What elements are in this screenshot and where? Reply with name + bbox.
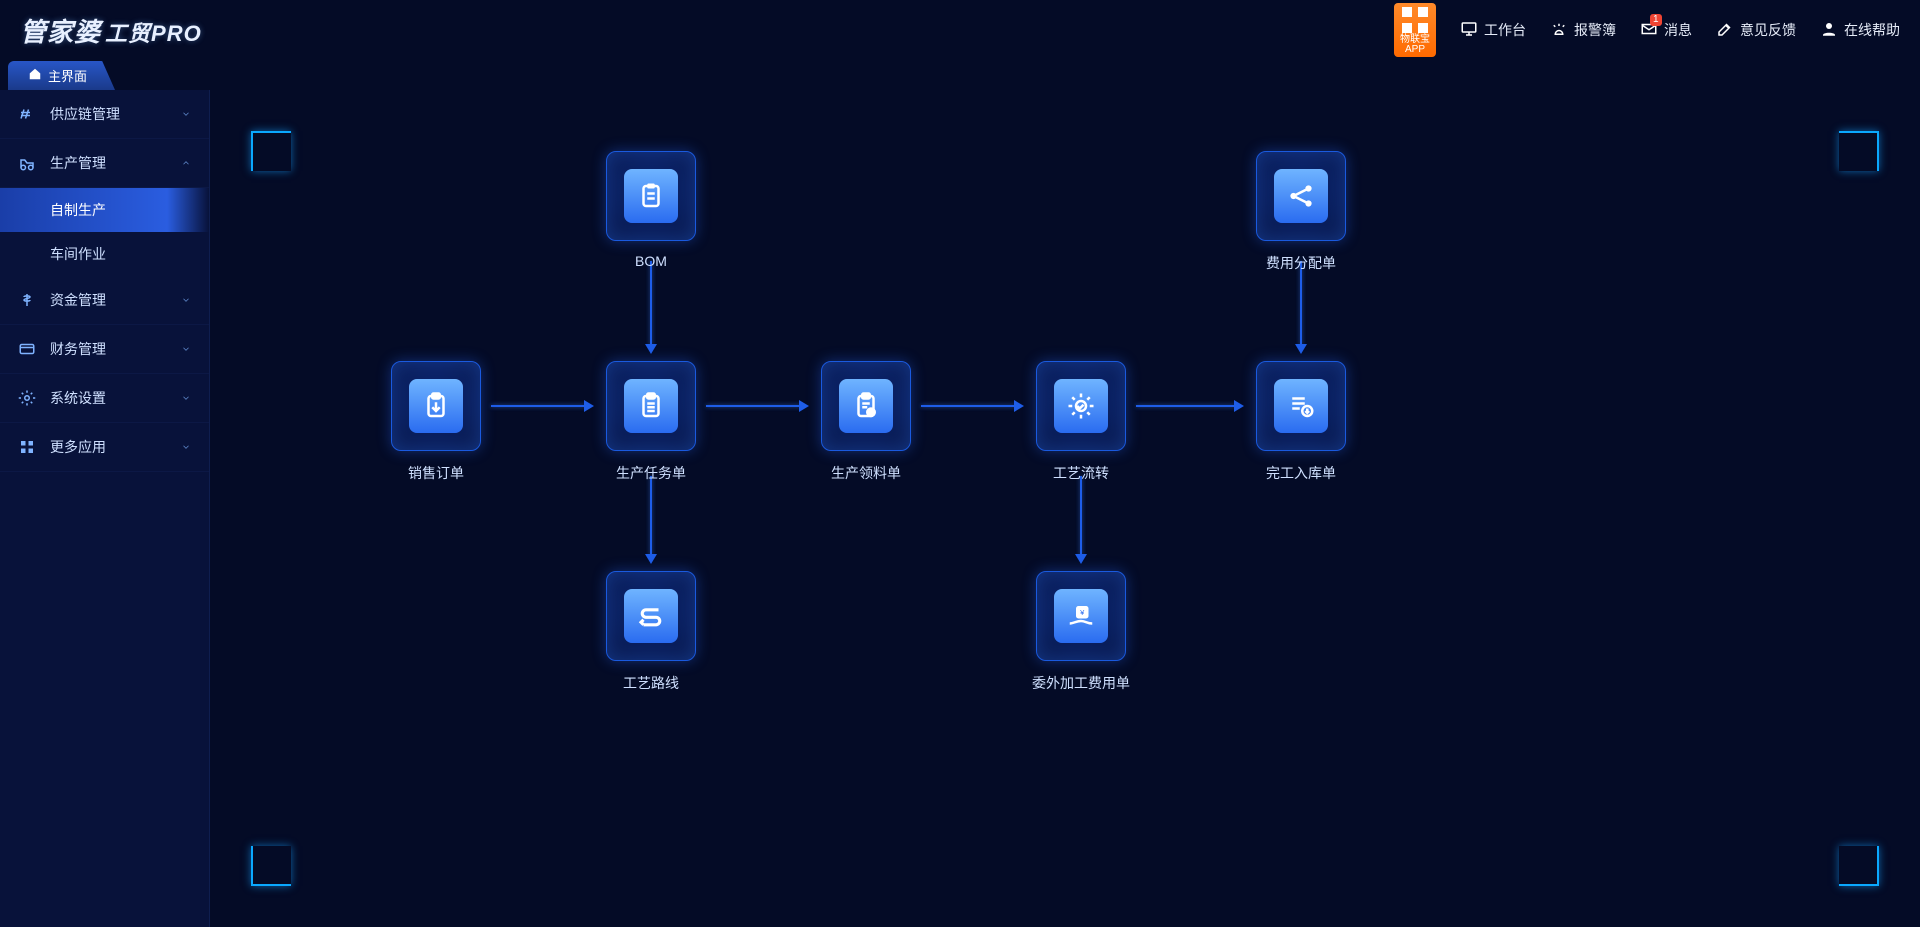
nav-alarm[interactable]: 报警簿 [1550,20,1616,41]
route-icon [624,589,678,643]
logo-sub: 工贸PRO [105,21,202,46]
node-label: 工艺路线 [601,673,701,693]
sidebar-label: 财务管理 [50,339,106,359]
sidebar-label: 系统设置 [50,388,106,408]
list-down-icon [1274,379,1328,433]
qr-icon [1402,7,1428,33]
sidebar-item-more-apps[interactable]: 更多应用 [0,423,209,472]
user-icon [1820,20,1838,41]
node-label: 工艺流转 [1031,463,1131,483]
nav-feedback[interactable]: 意见反馈 [1716,20,1796,41]
node-process-flow[interactable]: 工艺流转 [1031,361,1131,483]
share-icon [1274,169,1328,223]
node-sales-order[interactable]: 销售订单 [386,361,486,483]
chevron-down-icon [181,106,191,122]
sidebar-label: 更多应用 [50,437,106,457]
nav-workbench[interactable]: 工作台 [1460,20,1526,41]
app-badge-label: 物联宝APP [1400,35,1430,55]
clipboard-list-icon [624,169,678,223]
node-fee-allocation[interactable]: 费用分配单 [1251,151,1351,273]
node-label: 生产领料单 [816,463,916,483]
content-area: BOM 费用分配单 销售订单 生产任务单 生产领料单 [210,90,1920,927]
sidebar-label: 生产管理 [50,153,106,173]
node-process-route[interactable]: 工艺路线 [601,571,701,693]
sidebar-label: 供应链管理 [50,104,120,124]
gear-icon [18,389,36,407]
sidebar-sub-label: 自制生产 [50,200,106,220]
node-label: 委外加工费用单 [1016,673,1146,693]
header: 管家婆工贸PRO 物联宝APP 工作台 报警簿 1 消息 意见反馈 在线帮 [0,0,1920,60]
factory-icon [18,154,36,172]
nav-help[interactable]: 在线帮助 [1820,20,1900,41]
chain-icon [18,105,36,123]
diagram-frame: BOM 费用分配单 销售订单 生产任务单 生产领料单 [250,130,1880,887]
sidebar-item-production[interactable]: 生产管理 [0,139,209,188]
arrow-pick-proc [921,405,1016,407]
message-count-badge: 1 [1650,14,1662,26]
node-outsource-fee[interactable]: ¥ 委外加工费用单 [1016,571,1146,693]
sidebar-item-funds[interactable]: 资金管理 [0,276,209,325]
chevron-down-icon [181,390,191,406]
edit-icon [1716,20,1734,41]
nav-label: 工作台 [1484,20,1526,40]
process-diagram: BOM 费用分配单 销售订单 生产任务单 生产领料单 [251,131,1879,886]
logo-main: 管家婆 [20,17,101,47]
sidebar-sub-self-production[interactable]: 自制生产 [0,188,209,232]
chevron-down-icon [181,292,191,308]
main-layout: 供应链管理 生产管理 自制生产 车间作业 资金管理 财务管理 系统设置 [0,90,1920,927]
app-download-badge[interactable]: 物联宝APP [1394,3,1436,57]
mail-icon: 1 [1640,20,1658,41]
monitor-icon [1460,20,1478,41]
gear-cycle-icon [1054,379,1108,433]
grid-icon [18,438,36,456]
tab-label: 主界面 [48,66,87,85]
node-label: BOM [601,253,701,269]
finance-icon [18,340,36,358]
chevron-down-icon [181,439,191,455]
node-label: 完工入库单 [1251,463,1351,483]
arrow-task-route [650,476,652,556]
nav-label: 在线帮助 [1844,20,1900,40]
clipboard-lines-icon [624,379,678,433]
nav-label: 消息 [1664,20,1692,40]
nav-messages[interactable]: 1 消息 [1640,20,1692,41]
sidebar-item-finance[interactable]: 财务管理 [0,325,209,374]
money-icon [18,291,36,309]
sidebar-sub-workshop[interactable]: 车间作业 [0,232,209,276]
chevron-up-icon [181,155,191,171]
header-nav: 物联宝APP 工作台 报警簿 1 消息 意见反馈 在线帮助 [1394,3,1900,57]
node-finished-in[interactable]: 完工入库单 [1251,361,1351,483]
alarm-icon [1550,20,1568,41]
tab-bar: 主界面 [0,60,1920,90]
sidebar-sub-label: 车间作业 [50,244,106,264]
arrow-task-pick [706,405,801,407]
arrow-so-task [491,405,586,407]
clipboard-down-icon [409,379,463,433]
arrow-fee-fin [1300,261,1302,346]
clipboard-badge-icon [839,379,893,433]
sidebar-item-settings[interactable]: 系统设置 [0,374,209,423]
nav-label: 报警簿 [1574,20,1616,40]
home-icon [28,67,42,84]
arrow-proc-fin [1136,405,1236,407]
node-material-pick[interactable]: 生产领料单 [816,361,916,483]
sidebar: 供应链管理 生产管理 自制生产 车间作业 资金管理 财务管理 系统设置 [0,90,210,927]
arrow-bom-task [650,261,652,346]
node-label: 费用分配单 [1251,253,1351,273]
hand-money-icon: ¥ [1054,589,1108,643]
tab-main[interactable]: 主界面 [8,61,115,90]
sidebar-label: 资金管理 [50,290,106,310]
arrow-proc-out [1080,476,1082,556]
node-production-task[interactable]: 生产任务单 [601,361,701,483]
node-label: 销售订单 [386,463,486,483]
nav-label: 意见反馈 [1740,20,1796,40]
sidebar-item-supplychain[interactable]: 供应链管理 [0,90,209,139]
chevron-down-icon [181,341,191,357]
node-bom[interactable]: BOM [601,151,701,269]
node-label: 生产任务单 [601,463,701,483]
app-logo: 管家婆工贸PRO [20,12,202,49]
